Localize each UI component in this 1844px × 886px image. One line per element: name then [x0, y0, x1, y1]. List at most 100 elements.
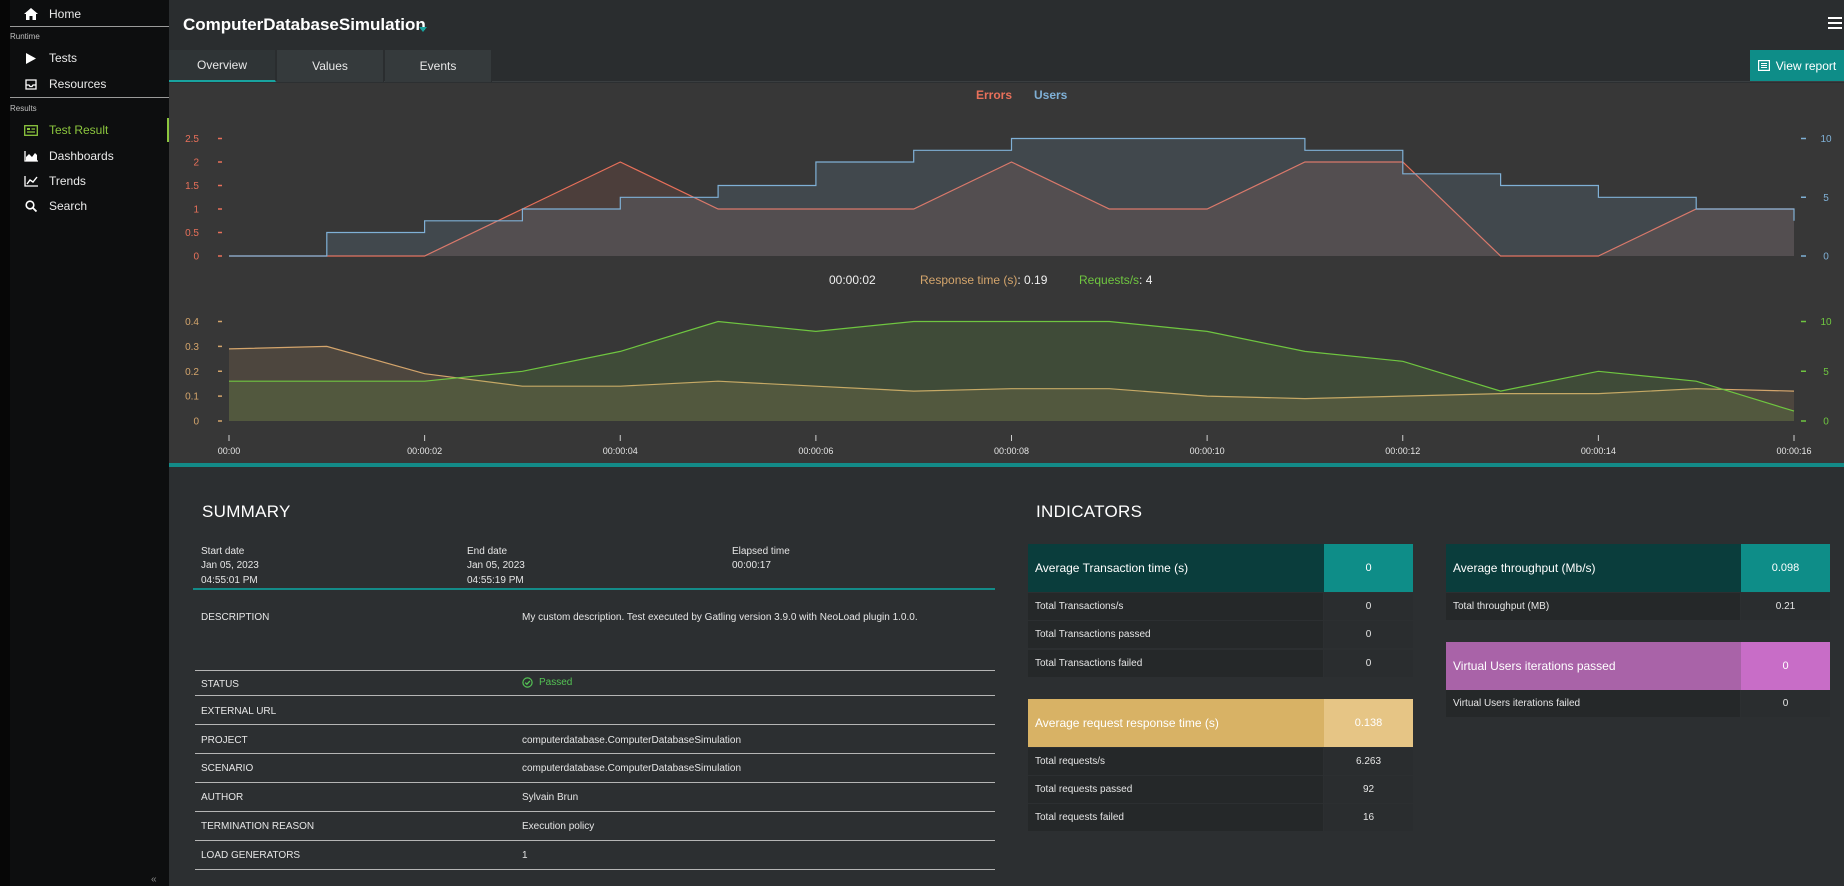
avg-throughput-label: Average throughput (Mb/s): [1446, 544, 1741, 592]
summary-row-line: [195, 840, 995, 841]
app-root: Home Runtime Tests Resources Results Tes…: [0, 0, 1844, 886]
sidebar-edge: [0, 0, 10, 886]
sidebar-item-label: Resources: [49, 77, 107, 91]
summary-row-line: [195, 753, 995, 754]
hamburger-menu-icon[interactable]: [1828, 16, 1842, 35]
search-icon: [22, 200, 40, 212]
scenario-value: computerdatabase.ComputerDatabaseSimulat…: [522, 763, 742, 774]
indicator-row-value: 0: [1324, 593, 1413, 620]
legend-errors[interactable]: Errors: [976, 88, 1012, 102]
readout-requests-value: 4: [1145, 273, 1153, 287]
view-report-button[interactable]: View report: [1750, 50, 1844, 81]
end-date-label: End date: [467, 546, 508, 557]
avg-request-card-header: Average request response time (s) 0.138: [1028, 699, 1413, 747]
summary-row-line: [195, 782, 995, 783]
readout-response: Response time (s): 0.19: [920, 273, 1048, 287]
author-label: AUTHOR: [201, 792, 244, 803]
home-icon: [22, 8, 40, 20]
project-label: PROJECT: [201, 735, 248, 746]
status-label: STATUS: [201, 679, 239, 690]
description-label: DESCRIPTION: [201, 612, 270, 623]
sidebar-item-test-result[interactable]: Test Result: [22, 118, 108, 142]
project-value: computerdatabase.ComputerDatabaseSimulat…: [522, 735, 742, 746]
line-chart-icon: [22, 175, 40, 187]
indicator-row-value: 0: [1324, 650, 1413, 677]
elapsed-label: Elapsed time: [732, 546, 790, 557]
summary-row-line: [195, 695, 995, 696]
legend-users[interactable]: Users: [1034, 88, 1067, 102]
readout-time: 00:00:02: [829, 273, 876, 287]
indicator-row-label: Total requests passed: [1028, 776, 1323, 803]
indicator-row-label: Total Transactions/s: [1028, 593, 1323, 620]
indicator-row: Virtual Users iterations failed 0: [1446, 690, 1830, 717]
indicator-row-value: 0: [1324, 621, 1413, 648]
collapse-sidebar-icon[interactable]: «: [151, 874, 157, 885]
sidebar-item-label: Home: [49, 7, 82, 21]
elapsed-value: 00:00:17: [732, 560, 771, 571]
indicator-row: Total requests passed 92: [1028, 776, 1413, 803]
page-title: ComputerDatabaseSimulation: [183, 15, 426, 34]
summary-row-line: [195, 724, 995, 725]
avg-throughput-card-header: Average throughput (Mb/s) 0.098: [1446, 544, 1830, 592]
avg-transaction-value: 0: [1324, 544, 1413, 592]
sidebar-item-label: Dashboards: [49, 149, 114, 163]
scenario-label: SCENARIO: [201, 763, 254, 774]
description-value: My custom description. Test executed by …: [522, 612, 918, 623]
vu-iterations-value: 0: [1741, 642, 1830, 690]
avg-transaction-label: Average Transaction time (s): [1028, 544, 1324, 592]
indicator-row: Total Transactions passed 0: [1028, 621, 1413, 648]
vu-iterations-label: Virtual Users iterations passed: [1446, 642, 1741, 690]
termination-value: Execution policy: [522, 821, 595, 832]
sidebar-item-label: Test Result: [49, 123, 109, 137]
sidebar-item-search[interactable]: Search: [22, 194, 87, 218]
load-generators-label: LOAD GENERATORS: [201, 850, 301, 861]
sidebar-item-trends[interactable]: Trends: [22, 169, 86, 193]
sidebar-item-dashboards[interactable]: Dashboards: [22, 144, 114, 168]
page-header: ComputerDatabaseSimulation: [169, 0, 1844, 50]
play-icon: [22, 52, 40, 64]
indicator-row-value: 6.263: [1324, 748, 1413, 775]
indicators-title: INDICATORS: [1036, 502, 1143, 521]
avg-request-label: Average request response time (s): [1028, 699, 1324, 747]
author-value: Sylvain Brun: [522, 792, 579, 803]
sidebar-item-resources[interactable]: Resources: [22, 72, 106, 96]
indicator-row-label: Virtual Users iterations failed: [1446, 690, 1740, 717]
report-icon: [1757, 60, 1770, 71]
external-url-label: EXTERNAL URL: [201, 706, 277, 717]
sidebar-item-label: Search: [49, 199, 88, 213]
sidebar-divider: [10, 26, 169, 27]
summary-title: SUMMARY: [202, 502, 291, 521]
tab-events[interactable]: Events: [385, 50, 492, 82]
avg-request-value: 0.138: [1324, 699, 1413, 747]
sidebar-section-results: Results: [10, 104, 37, 113]
readout-requests-label: Requests/s: [1079, 273, 1140, 287]
summary-row-line: [195, 811, 995, 812]
sidebar-item-label: Tests: [49, 51, 78, 65]
readout-response-label: Response time (s): [920, 273, 1018, 287]
indicator-row: Total requests failed 16: [1028, 804, 1413, 831]
end-time-value: 04:55:19 PM: [467, 575, 524, 586]
indicator-row-value: 92: [1324, 776, 1413, 803]
vu-iterations-card-header: Virtual Users iterations passed 0: [1446, 642, 1830, 690]
chevron-down-icon[interactable]: [419, 20, 427, 38]
sidebar-divider: [10, 97, 169, 98]
avg-transaction-card-header: Average Transaction time (s) 0: [1028, 544, 1413, 592]
inbox-icon: [22, 78, 40, 90]
indicator-row-label: Total throughput (MB): [1446, 593, 1740, 620]
report-icon: [22, 124, 40, 136]
sidebar-item-label: Trends: [49, 174, 86, 188]
tab-values[interactable]: Values: [277, 50, 384, 82]
tab-bar: Overview Values Events: [169, 50, 1844, 82]
indicator-row-value: 16: [1324, 804, 1413, 831]
avg-throughput-value: 0.098: [1741, 544, 1830, 592]
sidebar-item-home[interactable]: Home: [22, 2, 81, 26]
indicator-row-label: Total requests/s: [1028, 748, 1323, 775]
sidebar-item-tests[interactable]: Tests: [22, 46, 77, 70]
start-date-label: Start date: [201, 546, 245, 557]
readout-response-value: 0.19: [1024, 273, 1048, 287]
sidebar: Home Runtime Tests Resources Results Tes…: [0, 0, 169, 886]
area-chart-icon: [22, 150, 40, 162]
summary-divider: [193, 588, 995, 590]
summary-row-line: [195, 670, 995, 671]
tab-overview[interactable]: Overview: [169, 50, 276, 82]
